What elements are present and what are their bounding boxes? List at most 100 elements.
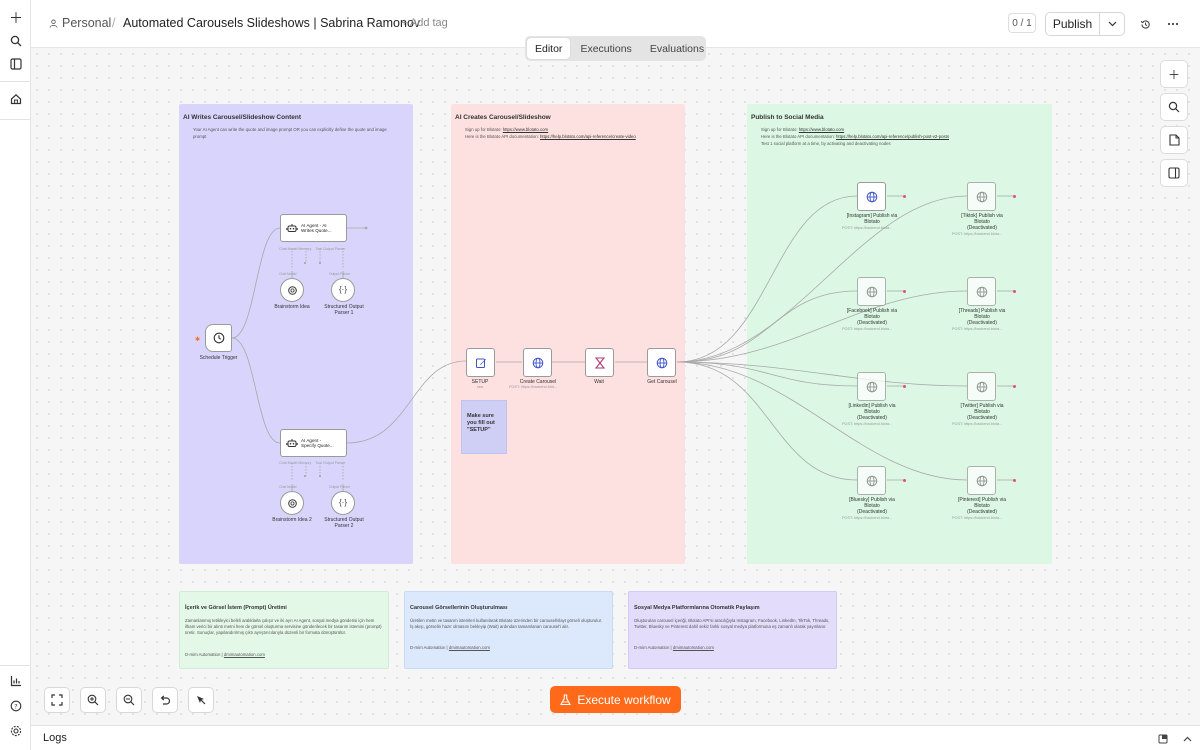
publish-tiktok-label: [Tiktok] Publish via Blotato (Deactivated) <box>947 213 1017 231</box>
wait-node[interactable] <box>585 348 614 377</box>
zoom-out-icon <box>123 694 135 706</box>
get-carousel-node[interactable] <box>647 348 676 377</box>
sticky-title: İçerik ve Görsel İstem (Prompt) Üretimi <box>185 605 287 611</box>
signup-link[interactable]: https://www.blotato.com <box>503 127 548 132</box>
trigger-bolt-icon: ✱ <box>195 337 201 343</box>
tab-evaluations[interactable]: Evaluations <box>642 38 712 59</box>
toggle-panel-button[interactable] <box>1160 159 1188 187</box>
docs-link[interactable]: https://help.blotato.com/api-reference/c… <box>540 134 636 139</box>
output-port[interactable] <box>1013 479 1016 482</box>
tidy-up-button[interactable] <box>188 687 214 713</box>
structured-output-parser-2-node[interactable]: {·} <box>331 491 355 515</box>
add-tag-button[interactable]: + Add tag <box>401 17 448 29</box>
globe-icon <box>866 381 877 392</box>
publish-tiktok-node[interactable] <box>967 182 996 211</box>
output-port[interactable] <box>1013 385 1016 388</box>
parser-port-label: Output Parser <box>329 272 351 276</box>
publish-button-group: Publish <box>1045 12 1125 36</box>
undo-button[interactable] <box>152 687 178 713</box>
publish-button[interactable]: Publish <box>1046 13 1100 35</box>
output-port[interactable] <box>1013 290 1016 293</box>
ai-agent-specify-node[interactable]: AI Agent - Specify Quote... <box>280 429 347 457</box>
add-node-button[interactable]: ＋ <box>1160 60 1188 88</box>
publish-linkedin-node[interactable] <box>857 372 886 401</box>
search-nodes-button[interactable] <box>1160 93 1188 121</box>
ai-agent-writes-node[interactable]: AI Agent - AI Writes Quote... <box>280 214 347 242</box>
workflow-title[interactable]: Automated Carousels Slideshows | Sabrina… <box>123 16 420 30</box>
pop-out-icon[interactable] <box>1155 731 1171 747</box>
structured-output-parser-1-node[interactable]: {·} <box>331 278 355 302</box>
home-icon[interactable] <box>5 88 27 110</box>
sticky-footer-link[interactable]: dmimautomation.com <box>449 645 490 650</box>
output-port[interactable] <box>903 290 906 293</box>
history-icon[interactable] <box>1135 14 1155 34</box>
sticky-footer-link[interactable]: dmimautomation.com <box>673 645 714 650</box>
brainstorm-idea-node[interactable] <box>280 278 304 302</box>
publish-bluesky-node[interactable] <box>857 466 886 495</box>
globe-icon <box>976 286 987 297</box>
zoom-in-button[interactable] <box>80 687 106 713</box>
panel-toggle-icon[interactable] <box>5 53 27 75</box>
publish-instagram-node[interactable] <box>857 182 886 211</box>
settings-gear-icon[interactable] <box>5 720 27 742</box>
structured-output-parser-2-label: Structured Output Parser 2 <box>316 517 372 529</box>
structured-output-parser-1-label: Structured Output Parser 1 <box>316 304 372 316</box>
insights-icon[interactable] <box>5 670 27 692</box>
setup-node[interactable] <box>466 348 495 377</box>
code-braces-icon: {·} <box>338 498 347 507</box>
publish-pinterest-node[interactable] <box>967 466 996 495</box>
schedule-trigger-node[interactable] <box>205 324 232 352</box>
setup-reminder-note[interactable]: Make sure you fill out "SETUP" <box>461 400 507 454</box>
add-sticky-button[interactable] <box>1160 126 1188 154</box>
group-description-line: Sign up for Blotato: https://www.blotato… <box>465 126 636 133</box>
output-port[interactable] <box>903 195 906 198</box>
help-icon[interactable]: ? <box>5 695 27 717</box>
sticky-footer-text: D-mim Automation | <box>185 652 223 657</box>
more-options-icon[interactable] <box>1163 14 1183 34</box>
port-label-memory: Memory <box>298 247 312 251</box>
output-port[interactable] <box>1013 195 1016 198</box>
output-port[interactable] <box>903 479 906 482</box>
tab-executions[interactable]: Executions <box>572 38 639 59</box>
publish-facebook-node[interactable] <box>857 277 886 306</box>
logs-panel-bar[interactable]: Logs <box>31 725 1200 750</box>
group-description: Sign up for Blotato: https://www.blotato… <box>761 126 949 147</box>
globe-icon <box>976 191 987 202</box>
sticky-note-social[interactable]: Sosyal Medya Platformlarına Otomatik Pay… <box>628 591 837 669</box>
brainstorm-idea-2-label: Brainstorm Idea 2 <box>272 517 312 523</box>
sticky-footer: D-mim Automation | dmimautomation.com <box>410 645 490 650</box>
publish-twitter-node[interactable] <box>967 372 996 401</box>
signup-link[interactable]: https://www.blotato.com <box>799 127 844 132</box>
sticky-note-content[interactable]: İçerik ve Görsel İstem (Prompt) Üretimi … <box>179 591 389 669</box>
plus-icon[interactable]: ＋ <box>5 7 27 29</box>
tab-editor[interactable]: Editor <box>527 38 571 59</box>
publish-threads-node[interactable] <box>967 277 996 306</box>
node-deactivated-label: (Deactivated) <box>857 509 887 515</box>
group-description-line: Here is the Blotato API documentation: h… <box>761 133 949 140</box>
search-icon <box>1168 101 1180 113</box>
search-icon[interactable] <box>5 30 27 52</box>
chevron-up-icon[interactable] <box>1179 731 1195 747</box>
docs-link[interactable]: https://help.blotato.com/api-reference/p… <box>836 134 949 139</box>
publish-chevron-down-icon[interactable] <box>1100 13 1124 35</box>
execute-workflow-button[interactable]: Execute workflow <box>550 686 681 713</box>
breadcrumb-personal[interactable]: Personal <box>49 16 111 30</box>
sticky-footer-link[interactable]: dmimautomation.com <box>224 652 265 657</box>
sticky-title: Sosyal Medya Platformlarına Otomatik Pay… <box>634 605 760 611</box>
node-deactivated-label: (Deactivated) <box>967 415 997 421</box>
group-description-line: prompt <box>193 134 207 139</box>
workflow-canvas[interactable]: AI Writes Carousel/Slideshow Content You… <box>31 48 1200 725</box>
fit-view-button[interactable] <box>44 687 70 713</box>
port-label-memory: Memory <box>298 461 312 465</box>
port-label-chat-model: Chat Model <box>279 247 298 251</box>
create-carousel-node[interactable] <box>523 348 552 377</box>
sticky-body: Oluşturulan carousel içeriği, Blotato AP… <box>634 618 830 629</box>
node-deactivated-label: (Deactivated) <box>967 225 997 231</box>
sticky-note-carousel[interactable]: Carousel Görsellerinin Oluşturulması Üre… <box>404 591 613 669</box>
sticky-footer: D-mim Automation | dmimautomation.com <box>185 652 265 657</box>
output-port[interactable] <box>903 385 906 388</box>
zoom-out-button[interactable] <box>116 687 142 713</box>
brainstorm-idea-2-node[interactable] <box>280 491 304 515</box>
globe-icon <box>656 357 667 368</box>
publish-tiktok-sublabel: POST: https://backend.blota... <box>952 232 1003 236</box>
